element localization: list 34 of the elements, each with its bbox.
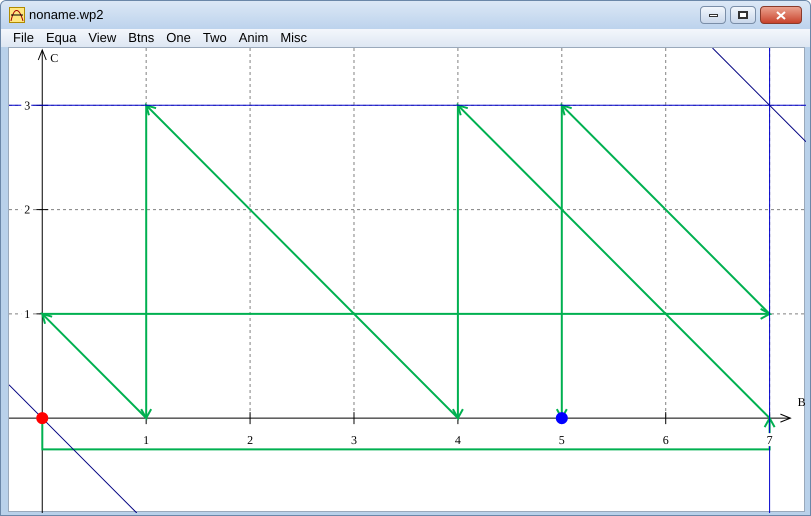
tick-label: 3: [350, 433, 357, 448]
minimize-button[interactable]: [700, 6, 726, 24]
tick-label: 6: [662, 433, 669, 448]
menu-item[interactable]: Misc: [274, 29, 314, 47]
maximize-button[interactable]: [730, 6, 756, 24]
app-icon: [9, 7, 25, 23]
axis-label: C: [50, 51, 58, 65]
menu-item[interactable]: One: [160, 29, 197, 47]
tick-label: 2: [247, 433, 254, 448]
tick-label: 2: [24, 202, 30, 217]
arrowhead-icon: [764, 416, 776, 428]
tick-label: 4: [454, 433, 461, 448]
axis-label: B: [798, 395, 806, 410]
menu-item[interactable]: File: [7, 29, 40, 47]
menu-item[interactable]: Btns: [122, 29, 160, 47]
tick-label: 5: [558, 433, 565, 448]
tick-label: 1: [24, 306, 30, 321]
menu-item[interactable]: Anim: [232, 29, 274, 47]
arrowhead-icon: [560, 104, 572, 116]
arrowhead-icon: [452, 408, 464, 420]
tick-label: 3: [24, 98, 30, 112]
tick-label: 1: [143, 433, 150, 448]
arrowhead-icon: [456, 104, 468, 116]
arrowhead-icon: [40, 312, 52, 324]
tick-label: 7: [766, 433, 773, 448]
close-button[interactable]: [760, 6, 802, 24]
window-title: noname.wp2: [29, 6, 104, 24]
menu-item[interactable]: Two: [196, 29, 233, 47]
arrowhead-icon: [144, 104, 156, 116]
close-icon: [776, 10, 786, 20]
arrowhead-icon: [760, 308, 772, 320]
arrowhead-icon: [140, 408, 152, 420]
menu-item[interactable]: View: [82, 29, 122, 47]
menu-item[interactable]: Equa: [40, 29, 82, 47]
